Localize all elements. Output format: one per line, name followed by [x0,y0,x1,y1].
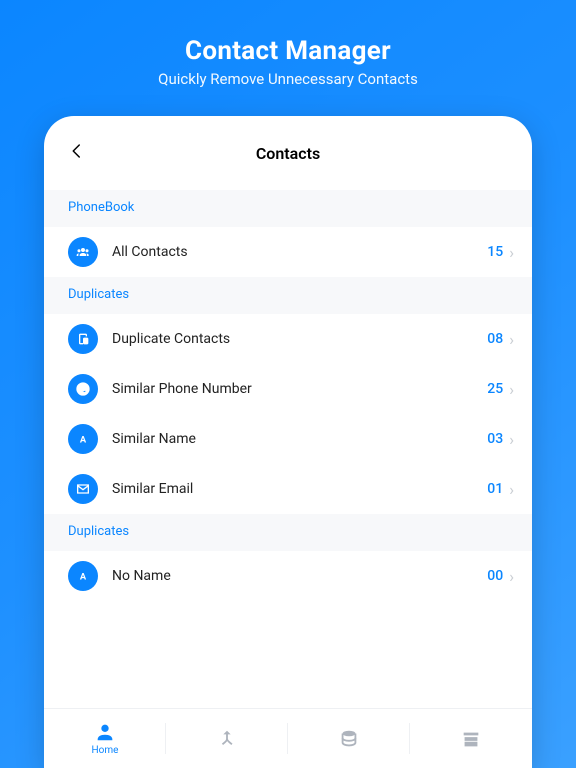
nav-bar: Contacts [44,116,532,190]
row-title: Similar Name [112,431,487,447]
tab-archive[interactable] [410,709,532,768]
tab-backup[interactable] [288,709,410,768]
phone-icon [68,374,98,404]
hero-title: Contact Manager [158,36,418,66]
row-title: Duplicate Contacts [112,331,487,347]
duplicate-icon [68,324,98,354]
tab-home[interactable]: Home [44,709,166,768]
row-title: All Contacts [112,244,487,260]
content-scroll: PhoneBook All Contacts 15 › Duplicates D… [44,190,532,708]
tab-bar: Home [44,708,532,768]
row-count: 01 [487,481,503,497]
row-count: 15 [487,244,503,260]
chevron-right-icon: › [509,480,514,499]
chevron-right-icon: › [509,243,514,262]
row-similar-email[interactable]: Similar Email 01 › [44,464,532,514]
back-button[interactable] [68,142,86,165]
chevron-right-icon: › [509,567,514,586]
section-label-phonebook: PhoneBook [44,190,532,227]
merge-icon [216,728,238,750]
database-icon [338,728,360,750]
page-title: Contacts [256,144,320,163]
group-icon [68,237,98,267]
row-title: Similar Phone Number [112,381,487,397]
row-count: 03 [487,431,503,447]
archive-icon [460,728,482,750]
section-label-duplicates-1: Duplicates [44,277,532,314]
row-similar-name[interactable]: A Similar Name 03 › [44,414,532,464]
hero-subtitle: Quickly Remove Unnecessary Contacts [158,70,418,88]
svg-text:A: A [80,571,87,582]
mail-icon [68,474,98,504]
row-count: 00 [487,568,503,584]
hero: Contact Manager Quickly Remove Unnecessa… [158,0,418,106]
home-person-icon [94,721,116,743]
row-title: Similar Email [112,481,487,497]
row-title: No Name [112,568,487,584]
svg-text:A: A [80,434,87,445]
back-chevron-icon [68,142,86,160]
letter-a-icon: A [68,424,98,454]
row-count: 08 [487,331,503,347]
chevron-right-icon: › [509,330,514,349]
device-frame: Contacts PhoneBook All Contacts 15 › Dup… [44,116,532,768]
tab-merge[interactable] [166,709,288,768]
letter-a-icon: A [68,561,98,591]
row-all-contacts[interactable]: All Contacts 15 › [44,227,532,277]
chevron-right-icon: › [509,430,514,449]
row-duplicate-contacts[interactable]: Duplicate Contacts 08 › [44,314,532,364]
section-label-duplicates-2: Duplicates [44,514,532,551]
row-similar-phone[interactable]: Similar Phone Number 25 › [44,364,532,414]
row-count: 25 [487,381,503,397]
row-no-name[interactable]: A No Name 00 › [44,551,532,601]
chevron-right-icon: › [509,380,514,399]
tab-label-home: Home [92,745,119,756]
